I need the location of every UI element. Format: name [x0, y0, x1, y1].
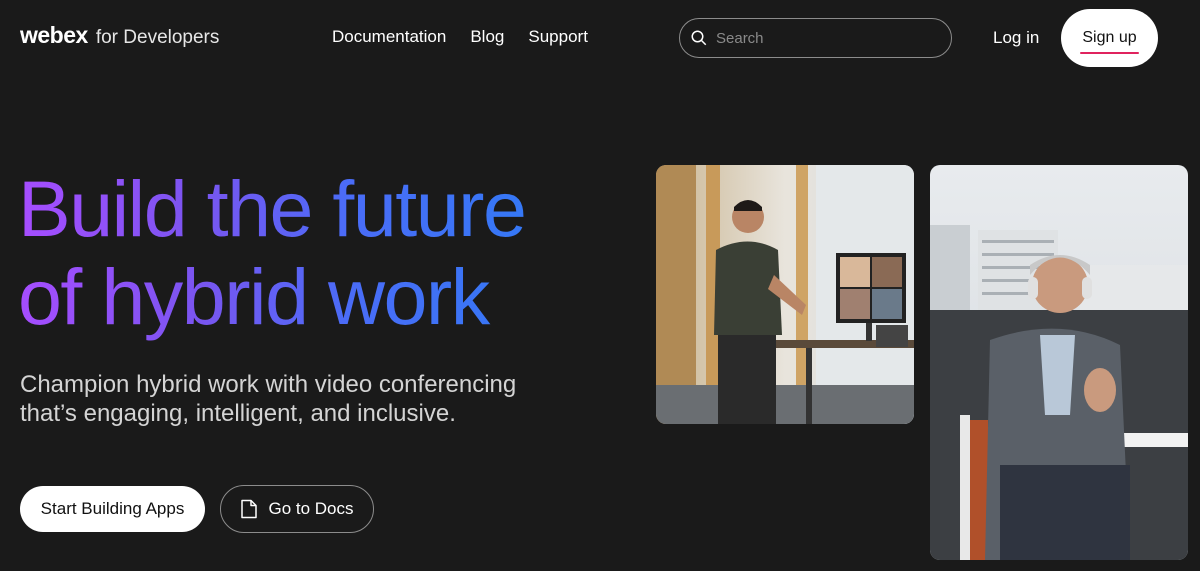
hero-subtitle-line-1: Champion hybrid work with video conferen… [20, 371, 517, 398]
signup-label: Sign up [1080, 29, 1139, 54]
hero-title: Build the future of hybrid work [18, 165, 618, 341]
hero-subtitle: Champion hybrid work with video conferen… [20, 370, 580, 428]
nav-blog[interactable]: Blog [470, 27, 504, 47]
hero-title-line-2: of hybrid work [18, 252, 489, 341]
brand-logo-link[interactable]: webex for Developers [20, 22, 219, 49]
signup-button[interactable]: Sign up [1061, 9, 1158, 67]
hero-title-line-1: Build the future [18, 164, 526, 253]
document-icon [241, 499, 258, 519]
man-with-headphones-photo [930, 165, 1188, 560]
main-nav: Documentation Blog Support [332, 27, 588, 47]
start-building-apps-button[interactable]: Start Building Apps [20, 486, 205, 532]
webex-logo: webex [20, 22, 88, 48]
brand-subtitle: for Developers [95, 27, 220, 48]
login-link[interactable]: Log in [993, 28, 1039, 48]
search-icon [691, 30, 707, 46]
hero-subtitle-line-2: that’s engaging, intelligent, and inclus… [20, 400, 456, 427]
nav-documentation[interactable]: Documentation [332, 27, 446, 47]
search-input[interactable] [716, 29, 951, 47]
go-to-docs-label: Go to Docs [268, 499, 354, 518]
go-to-docs-button[interactable]: Go to Docs [220, 485, 374, 533]
nav-support[interactable]: Support [528, 27, 588, 47]
search-box[interactable] [679, 18, 952, 58]
office-video-call-photo [656, 165, 914, 424]
